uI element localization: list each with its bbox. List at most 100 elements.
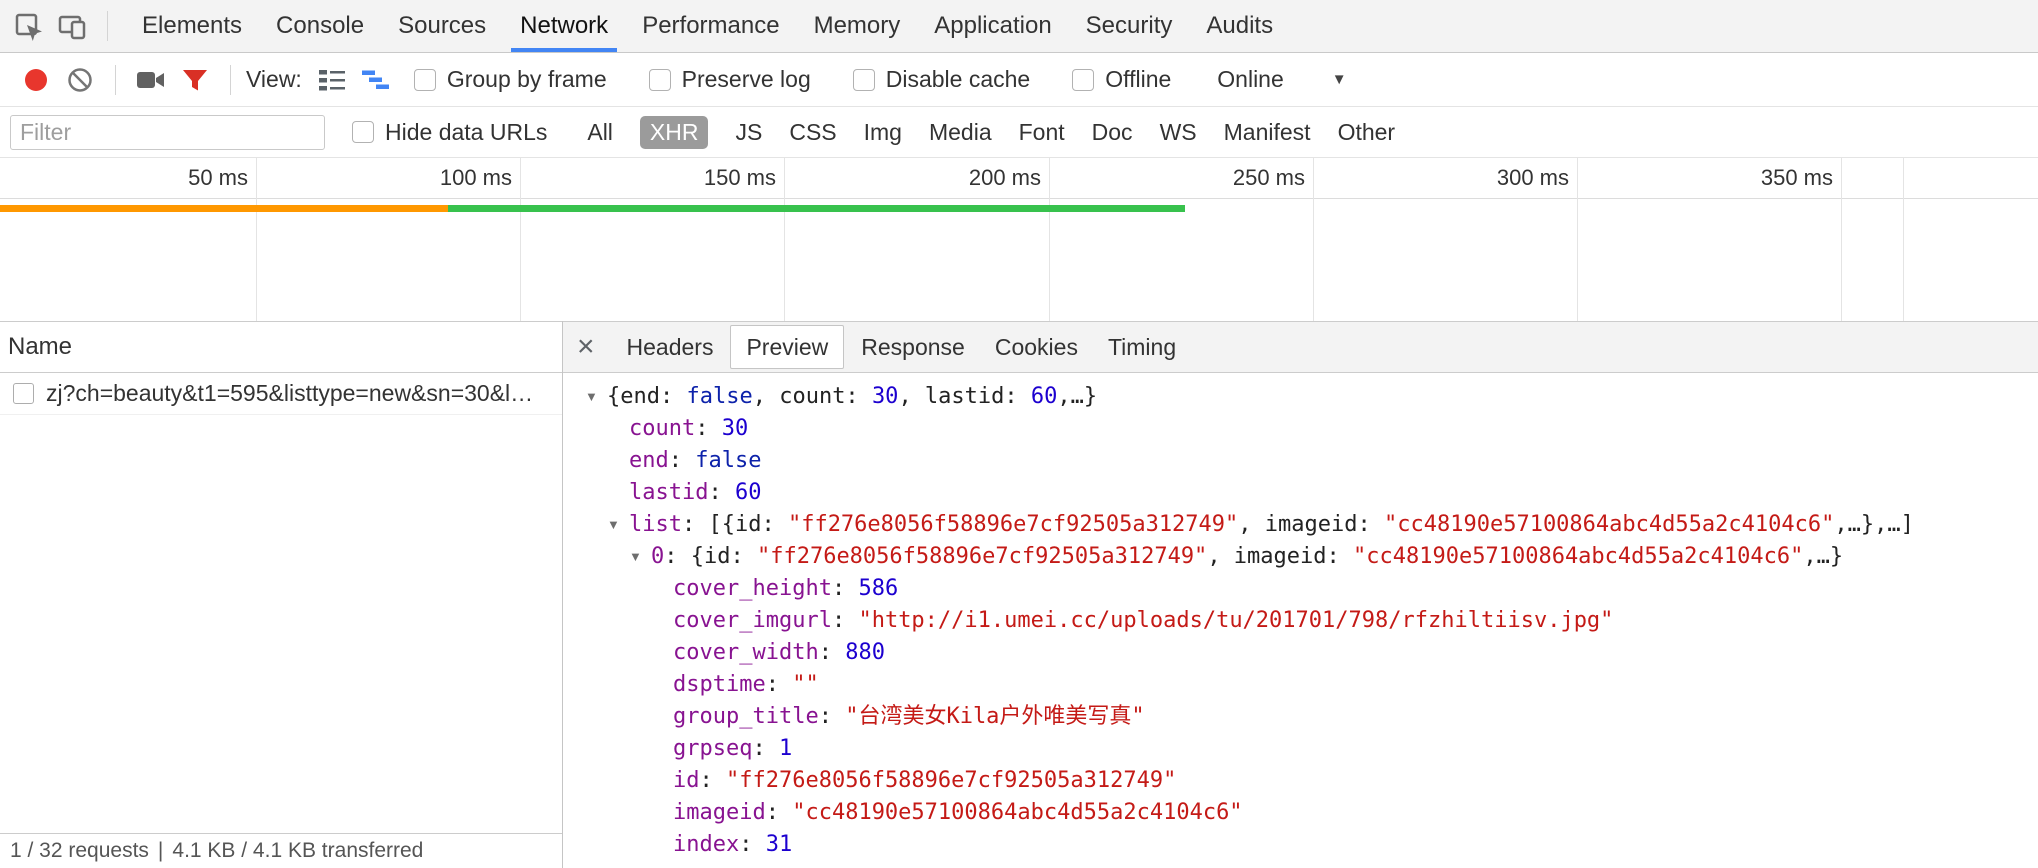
checkbox-preserve-log[interactable]: Preserve log (649, 66, 811, 93)
timeline-label: 300 ms (1417, 158, 1569, 198)
separator (230, 65, 231, 95)
token-plain: ,…} (1057, 384, 1097, 409)
timeline-label: 150 ms (624, 158, 776, 198)
tab-network[interactable]: Network (503, 0, 625, 52)
tab-sources[interactable]: Sources (381, 0, 503, 52)
tab-security[interactable]: Security (1069, 0, 1190, 52)
token-key: grpseq (673, 736, 752, 761)
detail-tab-timing[interactable]: Timing (1093, 322, 1191, 372)
device-toolbar-button[interactable] (50, 0, 94, 52)
token-key: id (673, 768, 700, 793)
overview-toggle[interactable] (354, 54, 398, 106)
panel-divider[interactable] (562, 321, 563, 868)
checkbox-label: Offline (1105, 66, 1171, 93)
status-separator: | (158, 839, 163, 863)
filter-type-manifest[interactable]: Manifest (1224, 119, 1311, 146)
chevron-down-icon: ▼ (1332, 71, 1347, 88)
list-rows-icon (317, 67, 347, 93)
filter-input[interactable] (10, 115, 325, 150)
token-plain: : (819, 704, 846, 729)
tab-memory[interactable]: Memory (797, 0, 918, 52)
token-bool: false (686, 384, 752, 409)
checkbox-offline[interactable]: Offline (1072, 66, 1171, 93)
tree-line: cover_imgurl: "http://i1.umei.cc/uploads… (563, 605, 2038, 637)
tab-elements[interactable]: Elements (125, 0, 259, 52)
hide-data-urls-label: Hide data URLs (385, 119, 547, 146)
detail-tab-response[interactable]: Response (846, 322, 980, 372)
network-overview[interactable]: 50 ms100 ms150 ms200 ms250 ms300 ms350 m… (0, 158, 2038, 321)
status-transferred: 4.1 KB / 4.1 KB transferred (172, 839, 423, 863)
funnel-icon (182, 68, 208, 92)
filter-type-all[interactable]: All (587, 119, 613, 146)
status-bar: 1 / 32 requests | 4.1 KB / 4.1 KB transf… (0, 833, 562, 868)
detail-tab-cookies[interactable]: Cookies (980, 322, 1093, 372)
status-requests: 1 / 32 requests (10, 839, 149, 863)
timeline-gridline (784, 158, 785, 321)
tree-line: grpseq: 1 (563, 733, 2038, 765)
filter-type-doc[interactable]: Doc (1092, 119, 1133, 146)
token-plain: ,…} (1803, 544, 1843, 569)
screenshot-button[interactable] (129, 54, 173, 106)
detail-tab-headers[interactable]: Headers (612, 322, 729, 372)
timeline-label: 250 ms (1153, 158, 1305, 198)
toolbar-checkboxes: Group by frame Preserve log Disable cache O… (414, 66, 1171, 93)
close-details-button[interactable]: × (577, 332, 595, 362)
filter-type-other[interactable]: Other (1338, 119, 1396, 146)
token-str: "ff276e8056f58896e7cf92505a312749" (788, 512, 1238, 537)
filter-type-media[interactable]: Media (929, 119, 992, 146)
checkbox-box-icon (853, 69, 875, 91)
clear-button[interactable] (58, 54, 102, 106)
token-num: 31 (766, 832, 793, 857)
filter-type-img[interactable]: Img (864, 119, 902, 146)
detail-tabs-list: HeadersPreviewResponseCookiesTiming (612, 322, 1192, 372)
token-str: "cc48190e57100864abc4d55a2c4104c6" (792, 800, 1242, 825)
timeline-label: 100 ms (360, 158, 512, 198)
checkbox-disable-cache[interactable]: Disable cache (853, 66, 1030, 93)
filter-type-xhr[interactable]: XHR (640, 116, 709, 149)
record-button[interactable] (14, 54, 58, 106)
expand-arrow-icon[interactable]: ▼ (585, 381, 607, 413)
token-num: 30 (872, 384, 899, 409)
filter-type-font[interactable]: Font (1019, 119, 1065, 146)
token-num: 586 (858, 576, 898, 601)
tab-console[interactable]: Console (259, 0, 381, 52)
throttling-select[interactable]: Online ▼ (1217, 66, 1346, 93)
network-toolbar: View: Group by framePreserve logDisable … (0, 53, 2038, 107)
filter-type-ws[interactable]: WS (1160, 119, 1197, 146)
timeline-label: 350 ms (1681, 158, 1833, 198)
inspect-cursor-icon (13, 11, 43, 42)
tree-line: group_title: "台湾美女Kila户外唯美写真" (563, 701, 2038, 733)
timeline-gridline (1049, 158, 1050, 321)
tree-line[interactable]: ▼list: [{id: "ff276e8056f58896e7cf92505a… (563, 509, 2038, 541)
checkbox-hide-data-urls[interactable]: Hide data URLs (352, 119, 547, 146)
request-row[interactable]: zj?ch=beauty&t1=595&listtype=new&sn=30&l… (0, 373, 562, 415)
checkbox-box-icon (352, 121, 374, 143)
tab-audits[interactable]: Audits (1189, 0, 1290, 52)
request-checkbox[interactable] (13, 383, 34, 404)
filter-type-js[interactable]: JS (735, 119, 762, 146)
inspect-element-button[interactable] (6, 0, 50, 52)
token-plain: : (708, 480, 735, 505)
timeline-label-divider (0, 198, 2038, 199)
devtools-tab-bar: ElementsConsoleSourcesNetworkPerformance… (0, 0, 2038, 53)
small-rows-toggle[interactable] (310, 54, 354, 106)
filter-type-css[interactable]: CSS (789, 119, 836, 146)
tree-line[interactable]: ▼0: {id: "ff276e8056f58896e7cf92505a3127… (563, 541, 2038, 573)
token-str: "http://i1.umei.cc/uploads/tu/201701/798… (858, 608, 1613, 633)
tab-performance[interactable]: Performance (625, 0, 796, 52)
tree-line: count: 30 (563, 413, 2038, 445)
checkbox-box-icon (649, 69, 671, 91)
tree-line[interactable]: ▼{end: false, count: 30, lastid: 60,…} (563, 381, 2038, 413)
expand-arrow-icon[interactable]: ▼ (607, 509, 629, 541)
checkbox-group-by-frame[interactable]: Group by frame (414, 66, 607, 93)
timeline-gridline (520, 158, 521, 321)
network-filter-bar: Hide data URLs All XHR JS CSS Img Media Font Do… (0, 107, 2038, 158)
detail-tab-preview[interactable]: Preview (730, 325, 844, 369)
filter-button[interactable] (173, 54, 217, 106)
expand-arrow-icon[interactable]: ▼ (629, 541, 651, 573)
tab-application[interactable]: Application (917, 0, 1068, 52)
checkbox-box-icon (1072, 69, 1094, 91)
name-column-header[interactable]: Name (0, 322, 562, 372)
separator (115, 65, 116, 95)
resource-type-filters: All XHR JS CSS Img Media Font Doc WS Manifest Othe… (587, 116, 1395, 149)
